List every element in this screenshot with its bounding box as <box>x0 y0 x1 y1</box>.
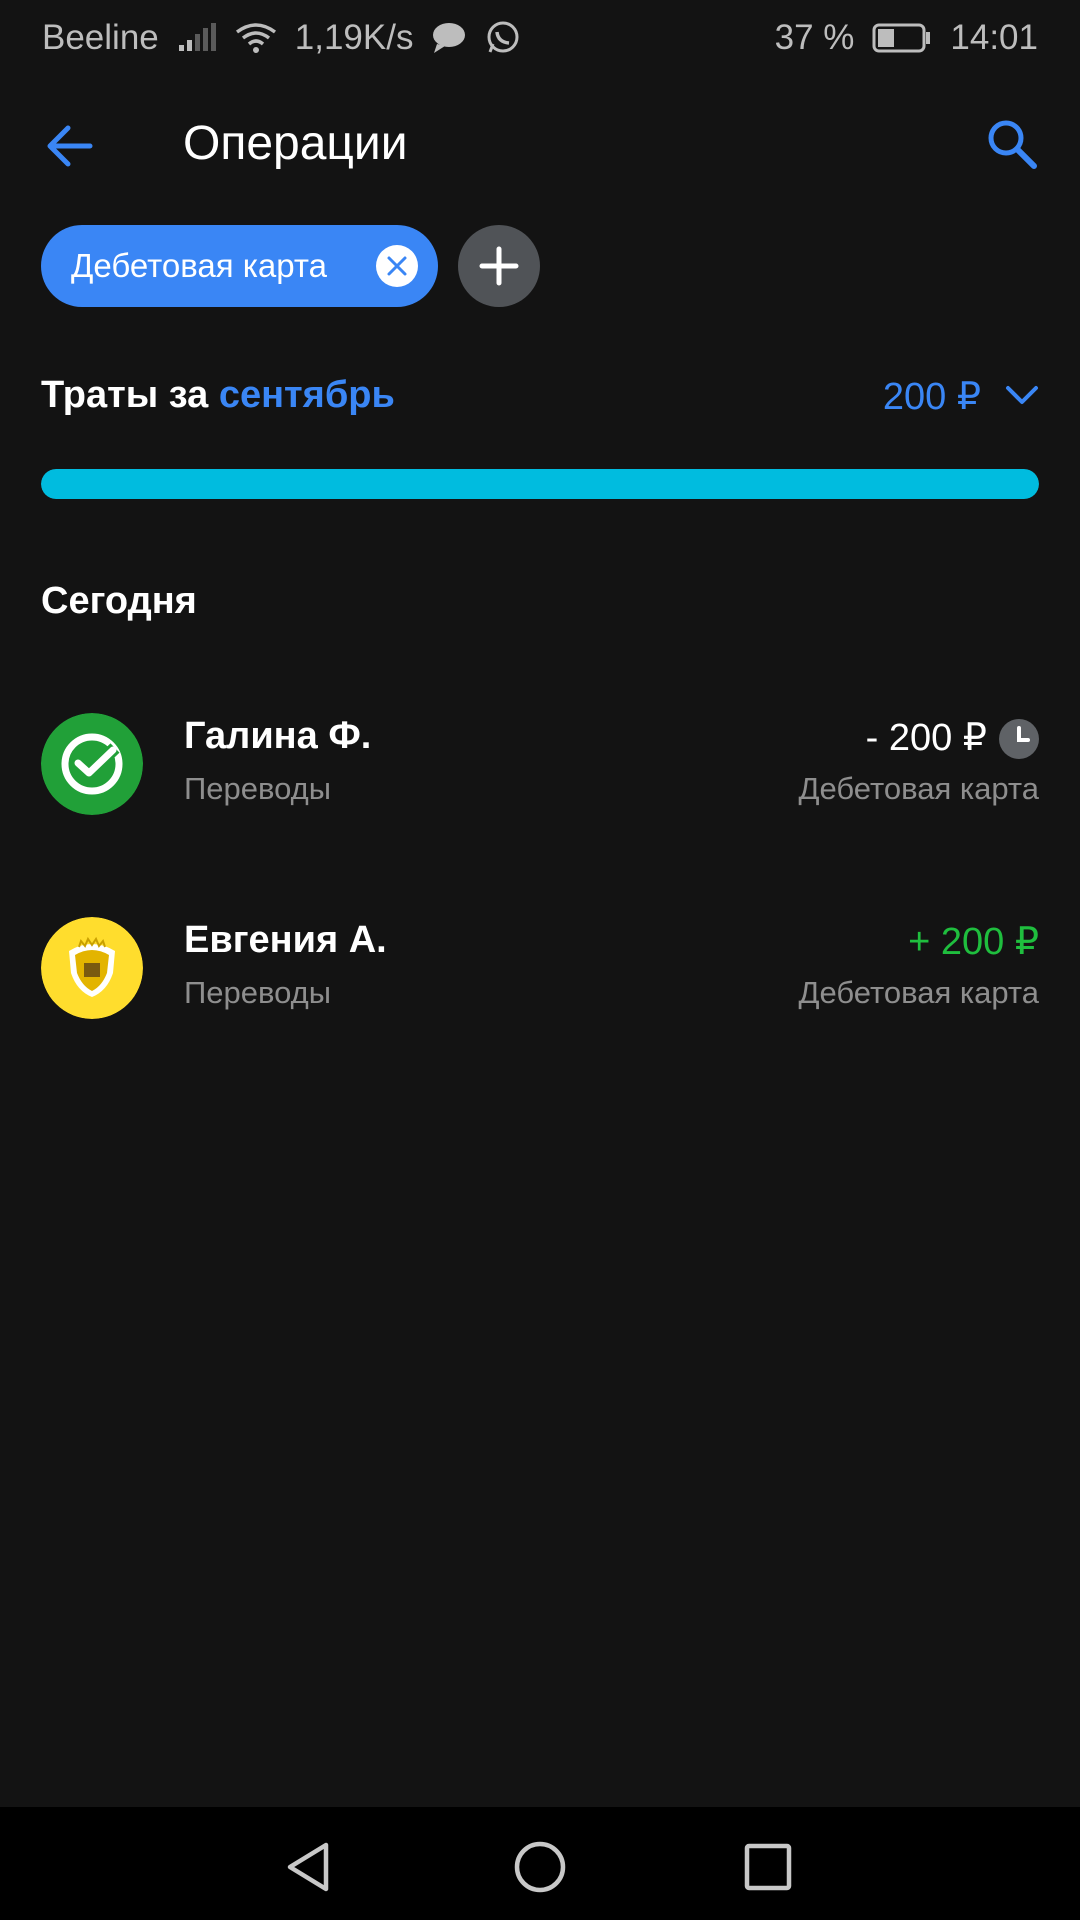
spending-title-prefix: Траты за <box>41 374 209 416</box>
section-title-today: Сегодня <box>41 580 197 622</box>
spending-month-selector[interactable]: сентябрь <box>219 374 395 416</box>
net-speed: 1,19K/s <box>294 18 414 57</box>
operation-name: Галина Ф. <box>184 715 372 757</box>
wifi-icon <box>235 22 277 54</box>
filter-chip-debit-card[interactable]: Дебетовая карта <box>41 225 438 307</box>
operation-item[interactable]: Галина Ф. Переводы - 200 ₽ Дебетовая кар… <box>41 713 1039 815</box>
nav-back-icon[interactable] <box>280 1837 340 1897</box>
clock: 14:01 <box>950 18 1038 57</box>
search-icon <box>988 120 1037 169</box>
battery-icon <box>872 23 932 53</box>
operation-category: Переводы <box>184 975 332 1010</box>
arrow-back-icon <box>47 125 93 167</box>
spending-amount: 200 ₽ <box>882 376 981 418</box>
top-app-bar: Операции <box>0 100 1080 190</box>
add-filter-button[interactable] <box>458 225 540 307</box>
filter-chip-label: Дебетовая карта <box>71 247 328 284</box>
status-bar: Beeline 1,19K/s 37 % 14:01 <box>0 0 1080 76</box>
search-button[interactable] <box>984 116 1040 172</box>
spending-title: Траты за сентябрь <box>41 374 395 417</box>
spending-progress-bar <box>41 469 1039 499</box>
operation-name: Евгения А. <box>184 919 387 961</box>
remove-filter-button[interactable] <box>376 245 418 287</box>
chevron-down-icon[interactable] <box>1005 380 1039 410</box>
tinkoff-logo-icon <box>41 917 143 1019</box>
operation-category: Переводы <box>184 771 332 806</box>
signal-icon <box>177 23 217 53</box>
nav-recents-icon[interactable] <box>738 1837 798 1897</box>
spending-progress-fill <box>41 469 1039 499</box>
operation-amount: + 200 ₽ <box>908 921 1039 963</box>
operation-item[interactable]: Евгения А. Переводы + 200 ₽ Дебетовая ка… <box>41 917 1039 1019</box>
plus-icon <box>479 246 519 286</box>
carrier-name: Beeline <box>42 18 159 57</box>
spending-summary[interactable]: Траты за сентябрь 200 ₽ <box>41 370 1039 426</box>
nav-home-icon[interactable] <box>510 1837 570 1897</box>
operation-account: Дебетовая карта <box>798 771 1040 806</box>
clock-pending-icon <box>999 719 1039 759</box>
page-title: Операции <box>183 117 408 170</box>
close-icon <box>387 256 407 276</box>
operation-account: Дебетовая карта <box>798 975 1040 1010</box>
system-navigation-bar <box>0 1807 1080 1920</box>
back-button[interactable] <box>40 118 104 174</box>
operation-amount: - 200 ₽ <box>865 717 987 759</box>
whatsapp-icon <box>485 20 521 56</box>
message-icon <box>431 22 467 54</box>
sber-logo-icon <box>41 713 143 815</box>
battery-percent: 37 % <box>774 18 855 57</box>
